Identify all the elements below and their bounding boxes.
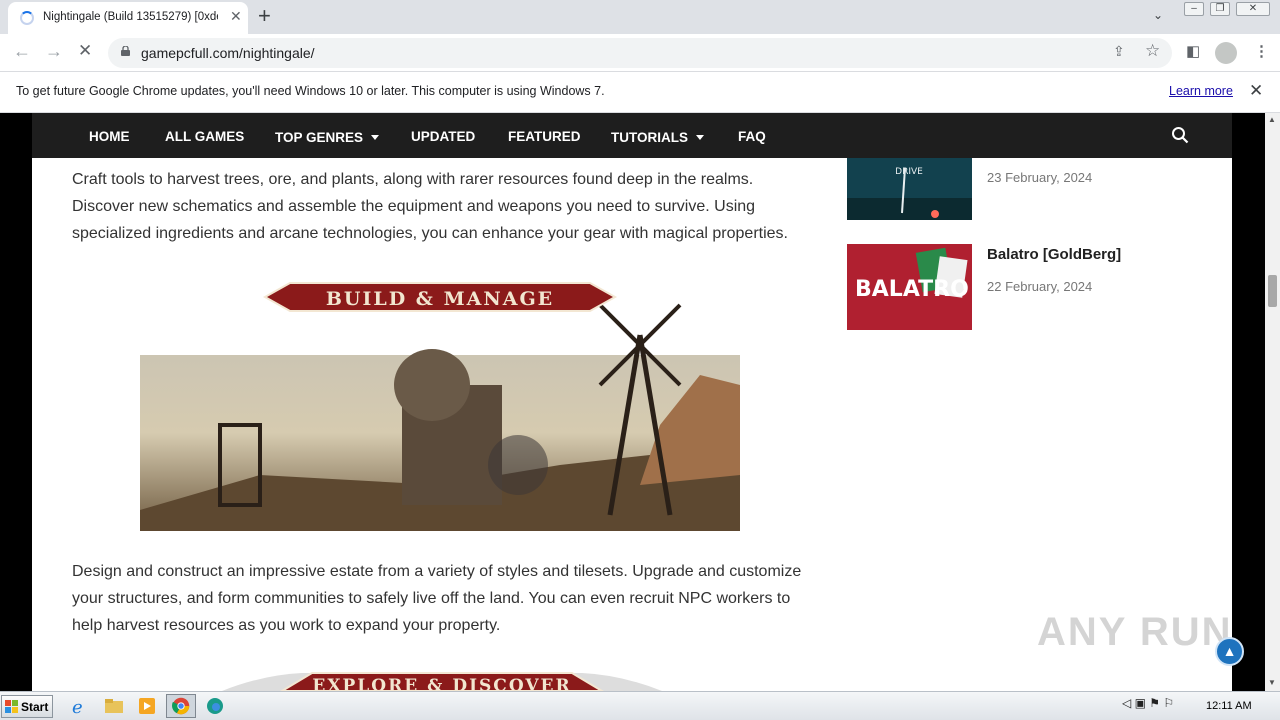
site-nav: HOME ALL GAMES TOP GENRES UPDATED FEATUR… xyxy=(32,113,1232,158)
share-icon[interactable]: ⇪ xyxy=(1113,43,1125,60)
post-thumbnail[interactable]: BALATRO xyxy=(847,244,972,330)
scroll-down-icon[interactable]: ▼ xyxy=(1268,678,1276,687)
nav-top-genres[interactable]: TOP GENRES xyxy=(275,129,380,147)
address-bar[interactable]: gamepcfull.com/nightingale/ ⇪ ☆ xyxy=(108,38,1172,68)
sidepanel-icon[interactable]: ◧ xyxy=(1186,42,1200,60)
chevron-down-icon xyxy=(371,135,380,141)
media-player-icon[interactable] xyxy=(136,696,158,716)
article-paragraph: Craft tools to harvest trees, ore, and p… xyxy=(72,171,788,242)
system-tray-icons[interactable]: ◁ ▣ ⚑ ⚐ xyxy=(1122,696,1174,710)
profile-icon[interactable] xyxy=(1215,42,1237,64)
browser-tab[interactable]: Nightingale (Build 13515279) [0xdeadcode… xyxy=(8,2,248,34)
chrome-icon[interactable] xyxy=(166,694,196,718)
learn-more-link[interactable]: Learn more xyxy=(1169,84,1233,98)
stop-icon[interactable]: ✕ xyxy=(78,41,92,61)
tab-strip: Nightingale (Build 13515279) [0xdeadcode… xyxy=(0,0,1280,34)
tab-close-icon[interactable]: ✕ xyxy=(230,8,242,25)
build-manage-banner: BUILD & MANAGE xyxy=(140,282,740,531)
spinner-icon xyxy=(20,11,34,25)
start-label: Start xyxy=(21,700,49,714)
banner-title: BUILD & MANAGE xyxy=(326,288,554,310)
thumbnail-text: BALATRO xyxy=(855,277,969,302)
windows-flag-icon xyxy=(5,700,18,713)
forward-icon[interactable]: → xyxy=(45,41,63,62)
lock-icon xyxy=(121,46,130,56)
windows-taskbar: Start e ◁ ▣ ⚑ ⚐ 12:11 AM xyxy=(0,691,1280,720)
url-text: gamepcfull.com/nightingale/ xyxy=(141,45,315,61)
new-tab-plus-icon[interactable]: + xyxy=(258,3,271,29)
nav-featured[interactable]: FEATURED xyxy=(508,129,581,144)
svg-text:e: e xyxy=(72,697,83,716)
post-date: 22 February, 2024 xyxy=(987,279,1093,294)
scrollbar-thumb[interactable] xyxy=(1268,275,1277,307)
close-window-button[interactable]: ✕ xyxy=(1236,2,1270,16)
folder-icon[interactable] xyxy=(103,696,125,716)
page-viewport: HOME ALL GAMES TOP GENRES UPDATED FEATUR… xyxy=(0,113,1265,691)
infobar-close-icon[interactable]: ✕ xyxy=(1249,81,1263,101)
taskbar-clock: 12:11 AM xyxy=(1206,700,1252,712)
chevron-up-icon: ▲ xyxy=(1222,643,1237,659)
start-button[interactable]: Start xyxy=(1,695,53,718)
watermark: ANY RUN xyxy=(1037,610,1233,654)
chevron-down-icon xyxy=(696,135,704,141)
article-paragraph: Design and construct an impressive estat… xyxy=(72,563,802,634)
maximize-button[interactable]: ❐ xyxy=(1210,2,1230,16)
post-thumbnail[interactable]: DRIVE xyxy=(847,158,972,220)
browser-toolbar: ← → ✕ gamepcfull.com/nightingale/ ⇪ ☆ ◧ … xyxy=(0,34,1280,72)
search-icon[interactable] xyxy=(1171,126,1189,144)
explore-discover-banner: EXPLORE & DISCOVER xyxy=(222,672,662,691)
ie-icon[interactable]: e xyxy=(69,696,91,716)
nav-updated[interactable]: UPDATED xyxy=(411,129,475,144)
scroll-to-top-button[interactable]: ▲ xyxy=(1215,637,1244,666)
update-infobar: To get future Google Chrome updates, you… xyxy=(0,72,1280,113)
post-date: 23 February, 2024 xyxy=(987,170,1093,185)
nav-faq[interactable]: FAQ xyxy=(738,129,766,144)
edge-icon[interactable] xyxy=(204,696,226,716)
nav-top-genres-label: TOP GENRES xyxy=(275,130,364,145)
menu-icon[interactable]: ⋮ xyxy=(1254,42,1269,60)
nav-all-games[interactable]: ALL GAMES xyxy=(165,129,244,144)
star-icon[interactable]: ☆ xyxy=(1145,41,1160,61)
nav-tutorials-label: TUTORIALS xyxy=(611,130,688,145)
back-icon[interactable]: ← xyxy=(13,41,31,62)
thumbnail-text: DRIVE xyxy=(895,167,923,177)
tab-search-chevron-icon[interactable]: ⌄ xyxy=(1153,8,1163,22)
banner-title: EXPLORE & DISCOVER xyxy=(312,676,571,691)
nav-tutorials[interactable]: TUTORIALS xyxy=(611,129,704,147)
tab-title: Nightingale (Build 13515279) [0xdeadcode… xyxy=(43,11,218,23)
post-title[interactable]: Balatro [GoldBerg] xyxy=(987,246,1121,263)
minimize-button[interactable]: – xyxy=(1184,2,1204,16)
scroll-up-icon[interactable]: ▲ xyxy=(1268,115,1276,124)
page-scrollbar[interactable]: ▲ ▼ xyxy=(1265,113,1280,691)
infobar-message: To get future Google Chrome updates, you… xyxy=(16,84,605,98)
nav-home[interactable]: HOME xyxy=(89,129,130,144)
site-page: HOME ALL GAMES TOP GENRES UPDATED FEATUR… xyxy=(32,113,1232,691)
